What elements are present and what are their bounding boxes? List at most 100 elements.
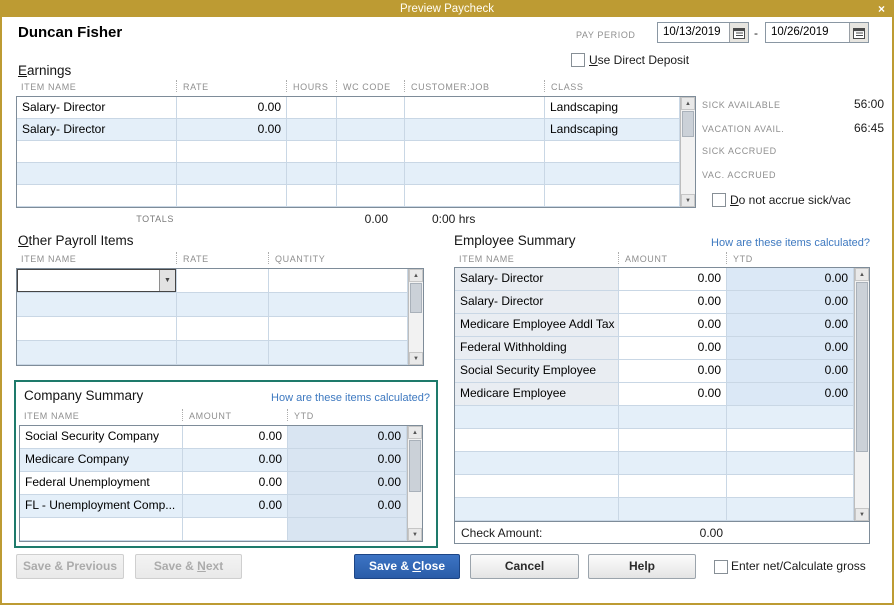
other-item-rate-cell[interactable]: [177, 269, 269, 293]
other-items-scrollbar[interactable]: ▲ ▼: [408, 269, 423, 365]
empty-cell[interactable]: [17, 163, 177, 185]
scroll-thumb[interactable]: [409, 440, 421, 492]
company-summary-table: Social Security Company 0.00 0.00 Medica…: [19, 425, 423, 542]
scroll-up-icon[interactable]: ▲: [409, 269, 423, 282]
empty-cell[interactable]: [405, 163, 545, 185]
pay-period-end-field[interactable]: 10/26/2019: [765, 22, 869, 43]
company-summary-scrollbar[interactable]: ▲ ▼: [407, 426, 422, 541]
summary-item-cell: Federal Withholding: [455, 337, 619, 360]
other-item-quantity-cell[interactable]: [269, 269, 408, 293]
earnings-wccode-cell[interactable]: [337, 97, 405, 119]
empty-cell[interactable]: [17, 185, 177, 207]
enter-net-checkbox[interactable]: [714, 560, 728, 574]
other-item-combobox[interactable]: ▼: [17, 269, 176, 292]
scroll-up-icon[interactable]: ▲: [855, 268, 869, 281]
empty-cell: [727, 475, 854, 498]
scroll-down-icon[interactable]: ▼: [855, 508, 869, 521]
empty-cell[interactable]: [405, 141, 545, 163]
summary-amount-cell[interactable]: 0.00: [183, 495, 288, 518]
empty-cell[interactable]: [177, 293, 269, 317]
scroll-down-icon[interactable]: ▼: [408, 528, 422, 541]
empty-cell[interactable]: [287, 163, 337, 185]
summary-item-cell: Medicare Company: [20, 449, 183, 472]
table-row: [17, 317, 408, 341]
earnings-class-cell[interactable]: Landscaping: [545, 97, 680, 119]
scroll-thumb[interactable]: [856, 282, 868, 452]
summary-amount-cell[interactable]: 0.00: [183, 472, 288, 495]
table-row: [17, 141, 680, 163]
save-previous-button[interactable]: Save & Previous: [16, 554, 124, 579]
summary-amount-cell[interactable]: 0.00: [183, 449, 288, 472]
empty-cell[interactable]: [269, 317, 408, 341]
empty-cell[interactable]: [337, 185, 405, 207]
empty-cell[interactable]: [17, 141, 177, 163]
summary-amount-cell[interactable]: 0.00: [619, 314, 727, 337]
company-summary-help-link[interactable]: How are these items calculated?: [271, 392, 430, 404]
chevron-down-icon[interactable]: ▼: [159, 270, 175, 291]
earnings-class-cell[interactable]: Landscaping: [545, 119, 680, 141]
empty-cell[interactable]: [17, 341, 177, 365]
cancel-button[interactable]: Cancel: [470, 554, 579, 579]
empty-cell[interactable]: [405, 185, 545, 207]
earnings-item-cell[interactable]: Salary- Director: [17, 97, 177, 119]
empty-cell[interactable]: [177, 141, 287, 163]
empty-cell[interactable]: [287, 185, 337, 207]
employee-summary-title: Employee Summary: [454, 233, 576, 248]
title-bar[interactable]: Preview Paycheck ×: [2, 2, 892, 17]
calendar-icon[interactable]: [849, 23, 868, 42]
empty-cell[interactable]: [287, 141, 337, 163]
empty-cell[interactable]: [545, 163, 680, 185]
empty-cell[interactable]: [269, 341, 408, 365]
use-direct-deposit-checkbox[interactable]: [571, 53, 585, 67]
empty-cell[interactable]: [337, 163, 405, 185]
earnings-rate-cell[interactable]: 0.00: [177, 119, 287, 141]
empty-cell[interactable]: [17, 293, 177, 317]
summary-amount-cell[interactable]: 0.00: [619, 360, 727, 383]
window-title: Preview Paycheck: [400, 3, 494, 15]
save-next-button[interactable]: Save & Next: [135, 554, 242, 579]
do-not-accrue-checkbox[interactable]: [712, 193, 726, 207]
close-icon[interactable]: ×: [878, 2, 885, 17]
summary-ytd-cell: 0.00: [727, 360, 854, 383]
scroll-track[interactable]: [408, 439, 422, 528]
summary-amount-cell[interactable]: 0.00: [619, 383, 727, 406]
empty-cell[interactable]: [337, 141, 405, 163]
empty-cell[interactable]: [177, 341, 269, 365]
empty-cell[interactable]: [177, 185, 287, 207]
empty-cell[interactable]: [269, 293, 408, 317]
scroll-down-icon[interactable]: ▼: [681, 194, 695, 207]
earnings-customerjob-cell[interactable]: [405, 119, 545, 141]
scroll-track[interactable]: [855, 281, 869, 508]
empty-cell[interactable]: [545, 185, 680, 207]
calendar-icon[interactable]: [729, 23, 748, 42]
earnings-item-cell[interactable]: Salary- Director: [17, 119, 177, 141]
scroll-thumb[interactable]: [410, 283, 422, 313]
summary-amount-cell[interactable]: 0.00: [619, 268, 727, 291]
save-close-button[interactable]: Save & Close: [354, 554, 460, 579]
empty-cell[interactable]: [17, 317, 177, 341]
help-button[interactable]: Help: [588, 554, 696, 579]
summary-item-cell: Federal Unemployment: [20, 472, 183, 495]
employee-summary-scrollbar[interactable]: ▲ ▼: [854, 268, 869, 521]
summary-amount-cell[interactable]: 0.00: [619, 337, 727, 360]
empty-cell[interactable]: [177, 317, 269, 341]
scroll-up-icon[interactable]: ▲: [408, 426, 422, 439]
scroll-thumb[interactable]: [682, 111, 694, 137]
empty-cell[interactable]: [545, 141, 680, 163]
earnings-customerjob-cell[interactable]: [405, 97, 545, 119]
earnings-rate-cell[interactable]: 0.00: [177, 97, 287, 119]
scroll-up-icon[interactable]: ▲: [681, 97, 695, 110]
earnings-wccode-cell[interactable]: [337, 119, 405, 141]
scroll-track[interactable]: [409, 282, 423, 352]
scroll-down-icon[interactable]: ▼: [409, 352, 423, 365]
scroll-track[interactable]: [681, 110, 695, 194]
summary-amount-cell[interactable]: 0.00: [619, 291, 727, 314]
employee-summary-help-link[interactable]: How are these items calculated?: [642, 237, 870, 249]
pay-period-start-field[interactable]: 10/13/2019: [657, 22, 749, 43]
earnings-hours-cell[interactable]: [287, 119, 337, 141]
summary-amount-cell[interactable]: 0.00: [183, 426, 288, 449]
table-row: ▼: [17, 269, 408, 293]
empty-cell[interactable]: [177, 163, 287, 185]
earnings-hours-cell[interactable]: [287, 97, 337, 119]
earnings-scrollbar[interactable]: ▲ ▼: [680, 97, 695, 207]
